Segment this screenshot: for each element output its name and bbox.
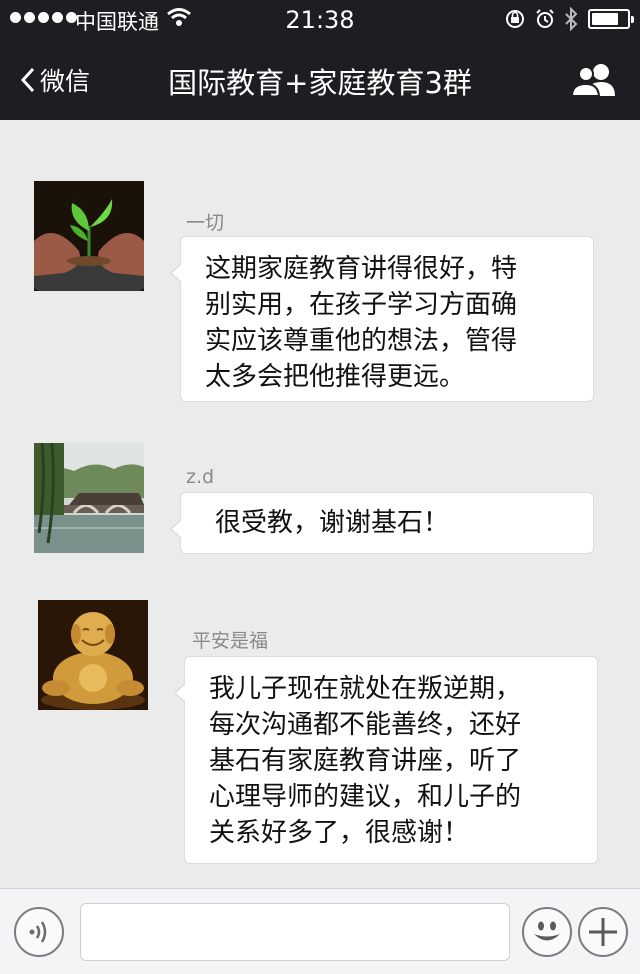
top-bar: 中国联通 21:38 微信 国际教育+家庭教育3群 [0,0,640,120]
battery-icon [588,9,634,29]
message-line: 实应该尊重他的想法，管得 [205,326,518,356]
message-line: 这期家庭教育讲得很好，特 [205,254,518,284]
chat-area[interactable]: 一切 这期家庭教育讲得很好，特 别实用，在孩子学习方面确 实应该尊重他的想法，管… [0,120,640,888]
chat-title: 国际教育+家庭教育3群 [168,66,472,100]
plus-icon [589,918,617,946]
avatar-bridge-landscape[interactable] [34,443,144,553]
message-bubble[interactable]: 这期家庭教育讲得很好，特 别实用，在孩子学习方面确 实应该尊重他的想法，管得 太… [170,236,594,402]
message-bubble[interactable]: 很受教，谢谢基石！ [170,492,594,554]
avatar-sprout-hands[interactable] [34,181,144,291]
emoji-icon [534,921,560,941]
lock-rotation-icon [506,10,524,28]
avatar-golden-buddha[interactable] [38,600,148,710]
bluetooth-icon [565,7,578,31]
message-line: 我儿子现在就处在叛逆期， [209,674,522,704]
status-bar: 中国联通 21:38 [0,0,640,40]
status-icons [504,7,578,31]
message-line: 太多会把他推得更远。 [205,362,466,392]
more-button[interactable] [578,907,628,957]
sender-name: z.d [186,466,215,488]
sender-name: 平安是福 [192,630,269,652]
voice-button[interactable] [14,907,64,957]
message-line: 很受教，谢谢基石！ [215,508,450,538]
sender-name: 一切 [186,212,225,234]
message-line: 别实用，在孩子学习方面确 [205,290,518,320]
message-line: 基石有家庭教育讲座，听了 [209,746,522,776]
message-input[interactable] [80,903,510,961]
message-line: 心理导师的建议，和儿子的 [209,782,522,812]
alarm-icon [536,9,554,28]
emoji-button[interactable] [522,907,572,957]
group-members-icon[interactable] [570,62,618,102]
message-line: 关系好多了，很感谢！ [209,818,470,848]
input-bar [0,888,640,974]
message-line: 每次沟通都不能善终，还好 [209,710,522,740]
message-bubble[interactable]: 我儿子现在就处在叛逆期， 每次沟通都不能善终，还好 基石有家庭教育讲座，听了 心… [174,656,598,864]
voice-icon [29,921,47,943]
